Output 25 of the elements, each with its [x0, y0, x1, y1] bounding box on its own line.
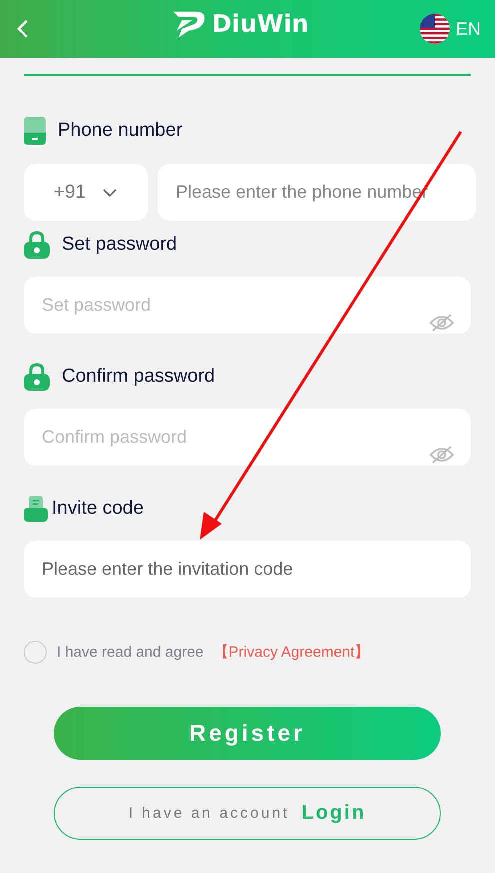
- lock-icon: [24, 363, 50, 391]
- eye-off-icon[interactable]: [429, 445, 455, 465]
- password-input[interactable]: Confirm password: [24, 409, 471, 466]
- back-icon: [16, 18, 30, 40]
- register-button[interactable]: Register: [54, 707, 441, 760]
- chevron-down-icon: [102, 188, 118, 198]
- password-input[interactable]: Set password: [24, 277, 471, 334]
- eye-off-icon[interactable]: [429, 313, 455, 333]
- invite-icon: [24, 496, 48, 522]
- field-label: Invite code: [52, 498, 144, 520]
- logo-text: DiuWin: [212, 10, 310, 38]
- invite-code-input[interactable]: Please enter the invitation code: [24, 541, 471, 598]
- phone-icon: [24, 117, 46, 145]
- country-code-select[interactable]: +91: [24, 164, 148, 221]
- field-label: Confirm password: [62, 366, 216, 388]
- agreement-checkbox[interactable]: [24, 641, 47, 664]
- language-button[interactable]: EN: [420, 14, 481, 44]
- field-label: Phone number: [58, 120, 183, 142]
- agreement-text: I have read and agree: [57, 644, 204, 661]
- flag-icon: [420, 14, 450, 44]
- back-button[interactable]: [16, 18, 30, 40]
- field-label: Set password: [62, 234, 178, 256]
- login-button[interactable]: I have an account Login: [54, 787, 441, 840]
- lock-icon: [24, 231, 50, 259]
- privacy-agreement-link[interactable]: 【Privacy Agreement】: [214, 643, 370, 662]
